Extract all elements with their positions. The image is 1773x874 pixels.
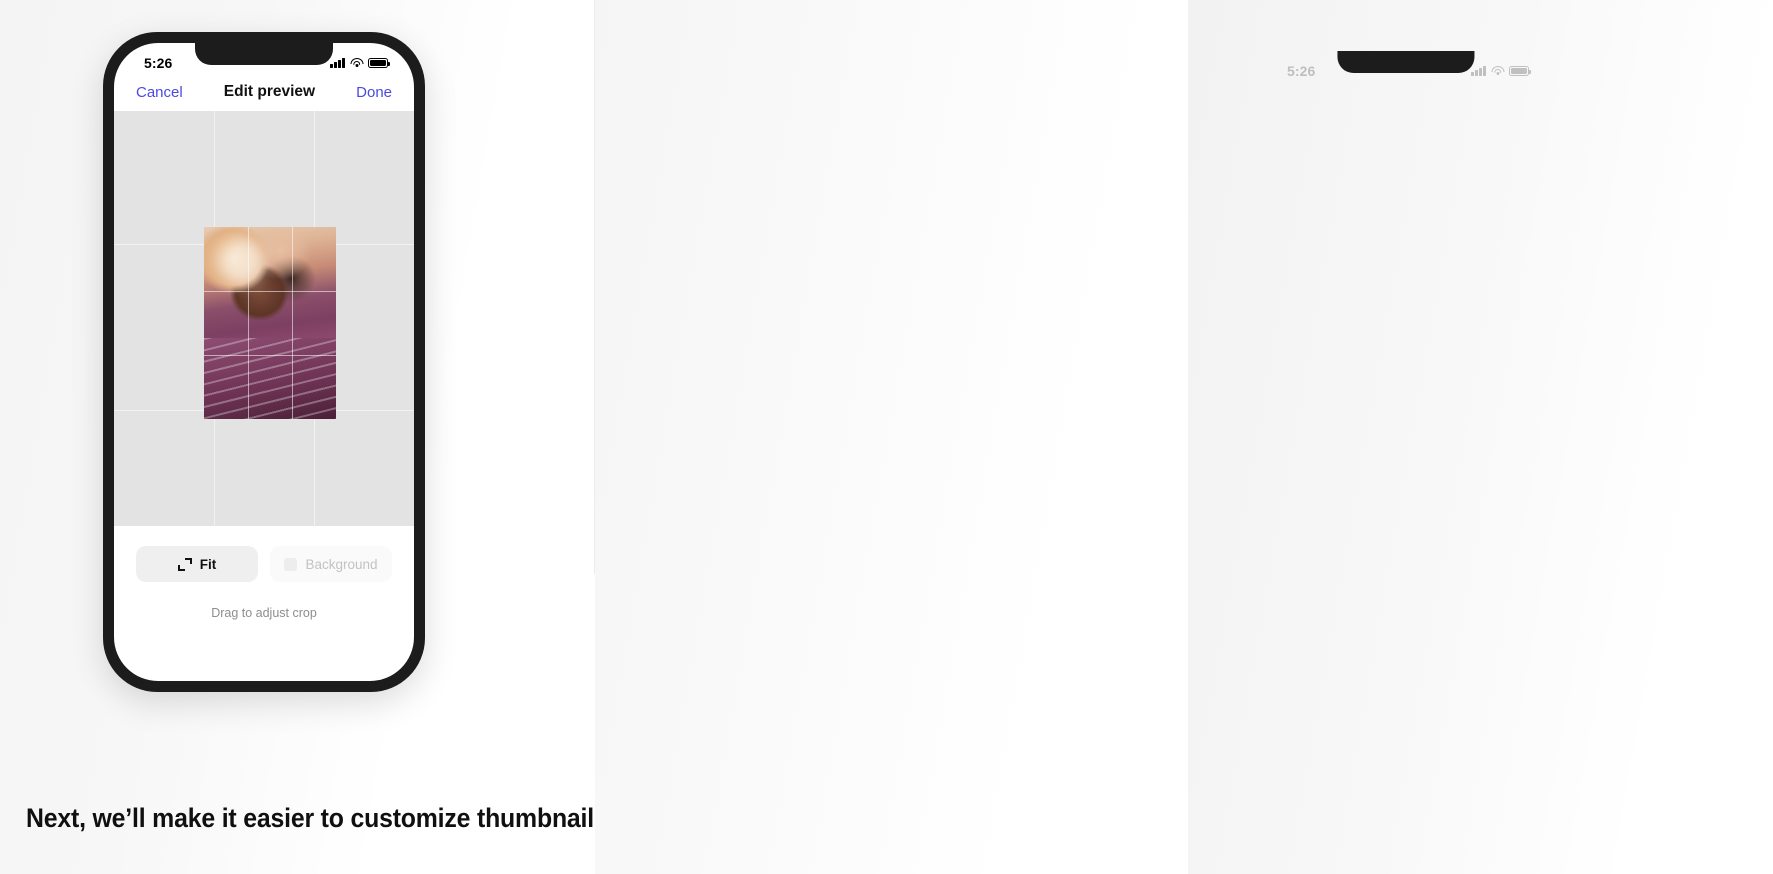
caption-1: Next, we’ll make it easier to customize … — [26, 802, 615, 833]
crop-hint-text: Drag to adjust crop — [211, 606, 317, 620]
background-button-label: Background — [305, 556, 378, 572]
background-swatch-icon — [284, 557, 298, 571]
panel-profile: 5:26 sunflower_power77 — [595, 0, 1680, 874]
background-button[interactable]: Background — [270, 546, 392, 582]
crop-photo-tile[interactable] — [204, 227, 336, 419]
phone-screen-1: 5:26 Cancel Edit preview Done Fit Backgr… — [114, 43, 414, 681]
phone-mockup-1: 5:26 Cancel Edit preview Done Fit Backgr… — [103, 32, 425, 692]
fit-button-label: Fit — [199, 556, 217, 572]
nav-bar: Cancel Edit preview Done — [114, 77, 414, 111]
cancel-button[interactable]: Cancel — [136, 84, 183, 101]
fit-toggle-row: Fit Background — [114, 526, 414, 582]
battery-icon — [368, 58, 390, 68]
cellular-signal-icon — [330, 58, 345, 68]
panel-background — [595, 0, 1188, 874]
screenshot-stage: 5:26 Cancel Edit preview Done Fit Backgr… — [0, 0, 1773, 874]
crop-stage[interactable] — [114, 111, 414, 526]
battery-icon — [1509, 66, 1531, 76]
page-title: Edit preview — [223, 83, 316, 100]
status-time: 5:26 — [144, 55, 173, 71]
status-time: 5:26 — [1287, 63, 1316, 79]
panel-background — [1188, 0, 1773, 874]
status-icons — [1471, 66, 1531, 76]
wifi-icon — [1491, 66, 1504, 76]
done-button[interactable]: Done — [356, 84, 392, 101]
panel-edit-preview: 5:26 Cancel Edit preview Done Fit Backgr… — [0, 0, 615, 874]
cellular-signal-icon — [1471, 66, 1486, 76]
fit-button[interactable]: Fit — [136, 546, 258, 582]
wifi-icon — [350, 58, 363, 68]
phone-notch — [1337, 51, 1475, 73]
crop-overlay-lines — [204, 227, 336, 419]
phone-notch — [195, 43, 333, 65]
status-icons — [330, 58, 390, 68]
panel-edit-grid: 5:26 Cancel Edit grid Done Drag to reord… — [1188, 0, 1773, 874]
crop-fit-icon — [177, 557, 192, 571]
